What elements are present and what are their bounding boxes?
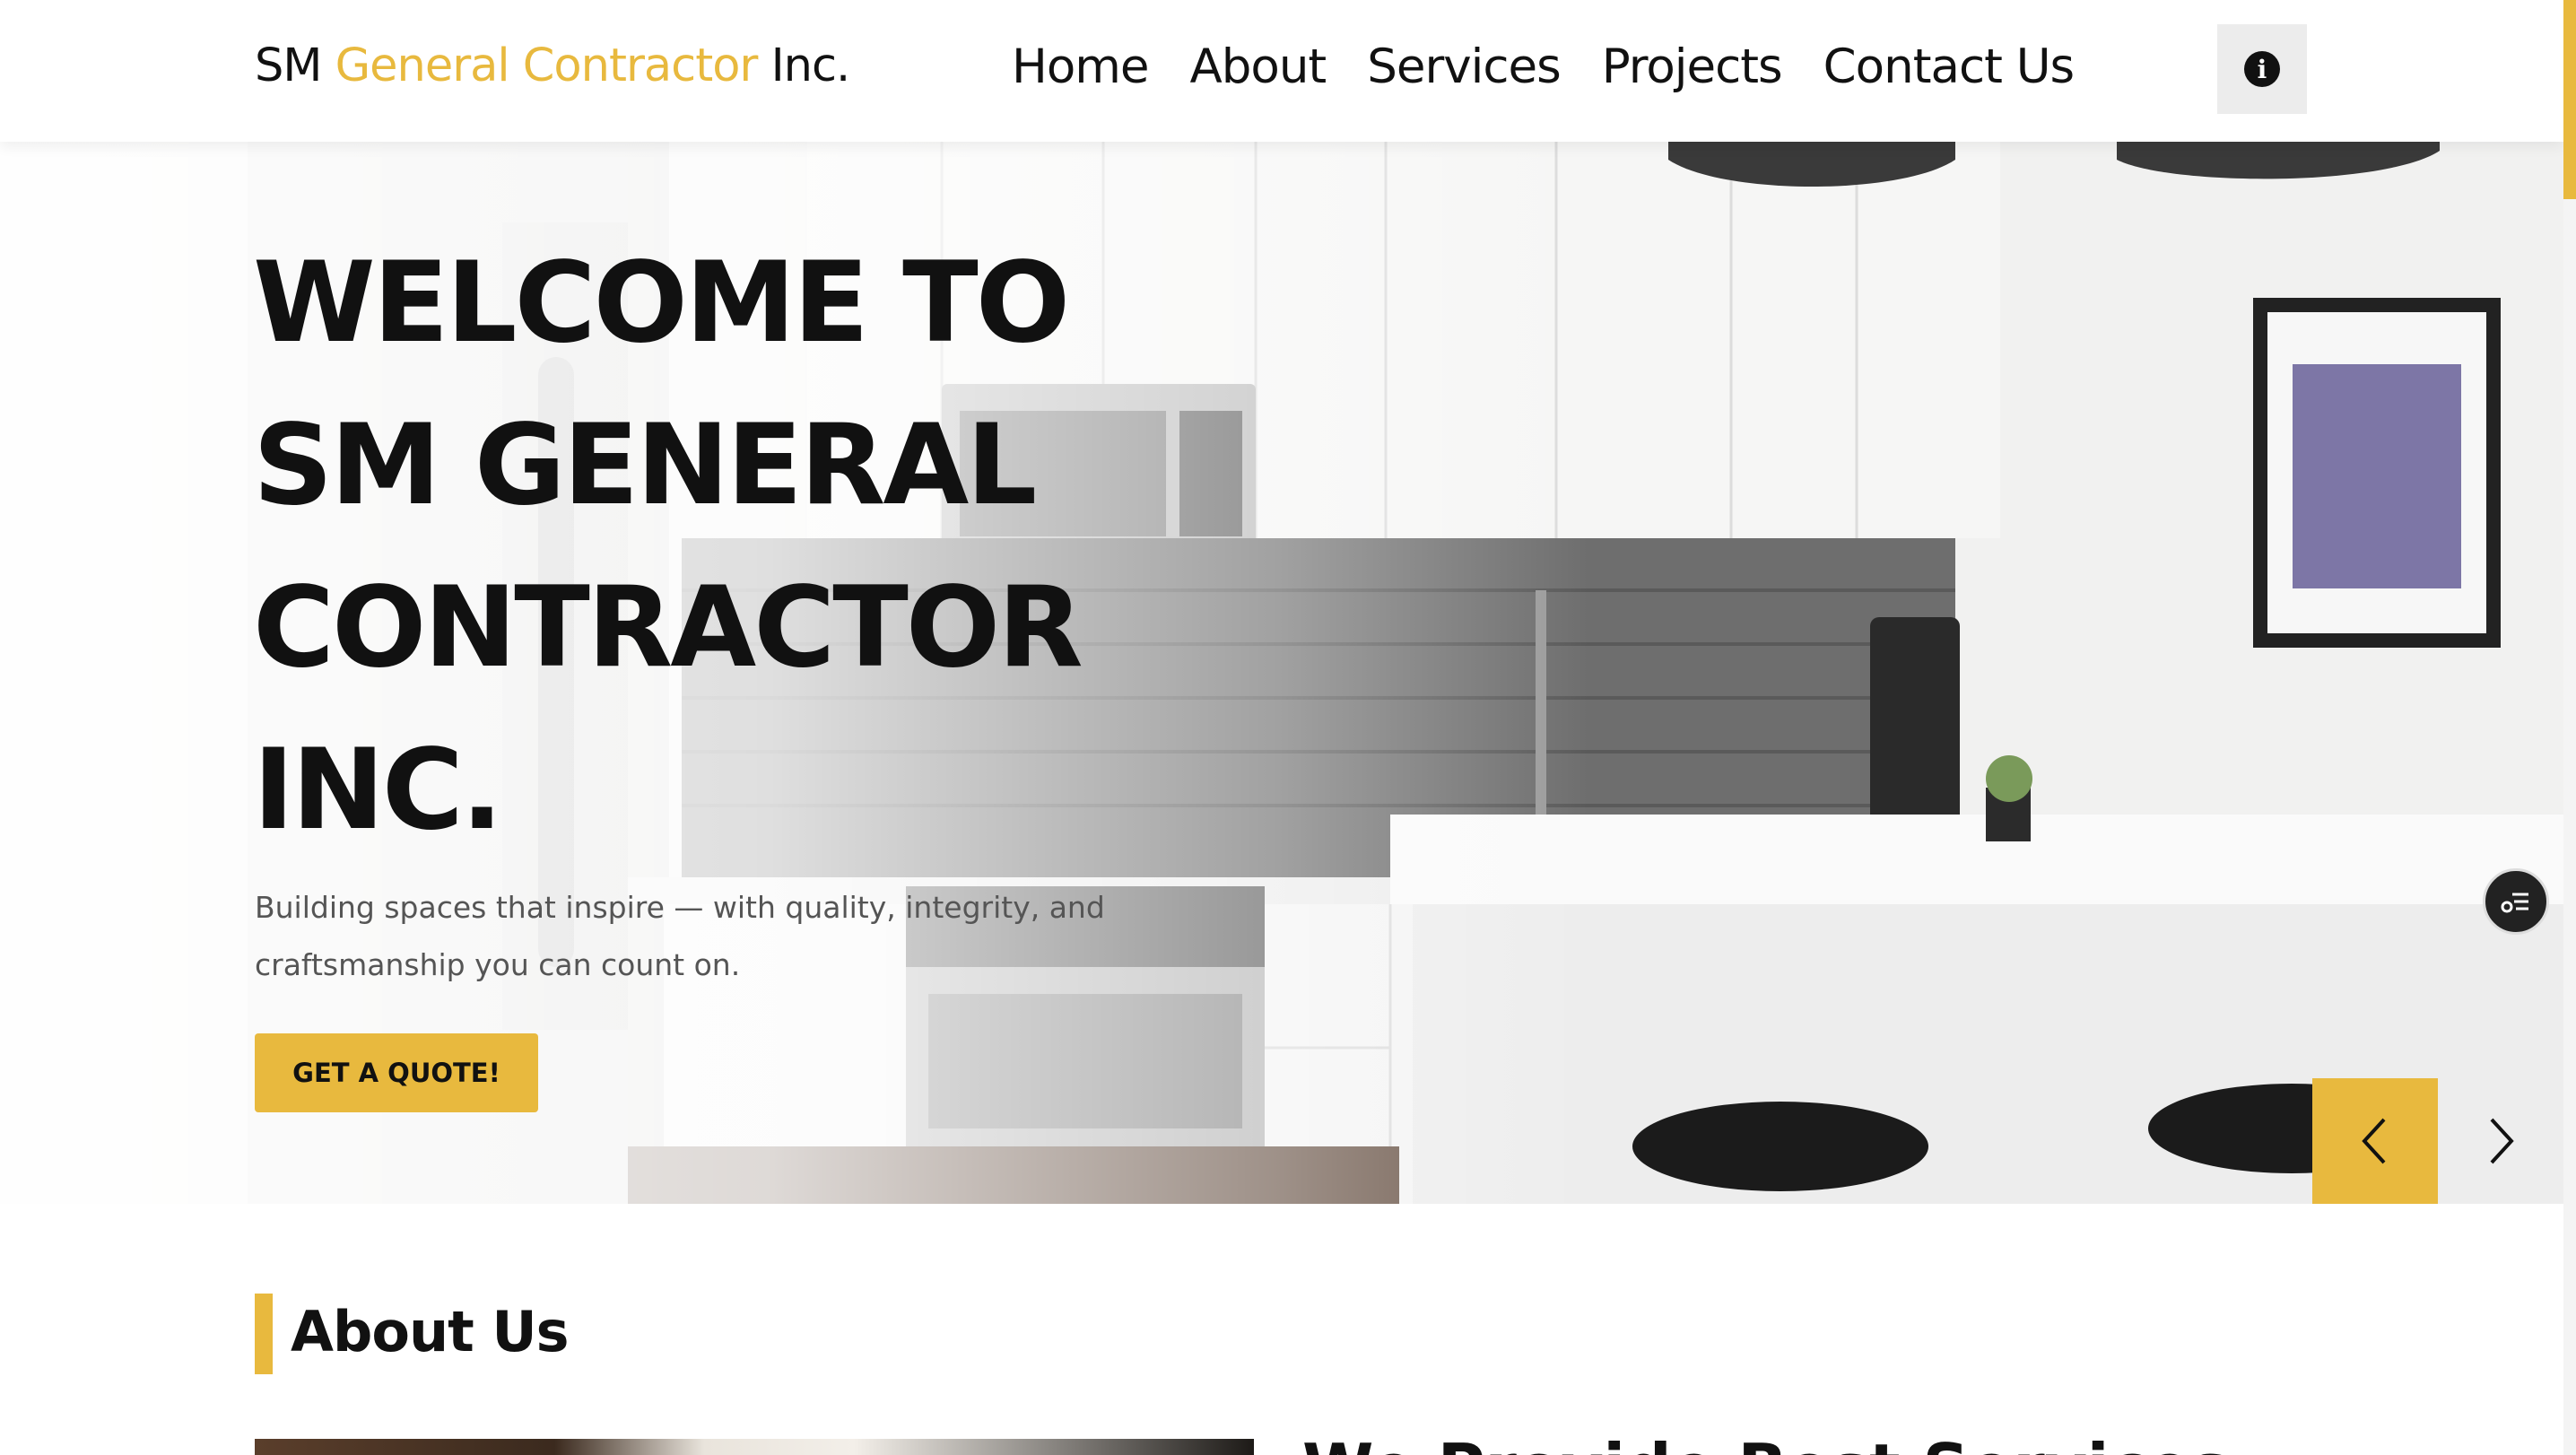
nav-item-about[interactable]: About: [1190, 39, 1327, 94]
page-scrollbar[interactable]: [2563, 0, 2576, 1455]
menu-list-icon: [2501, 893, 2528, 913]
logo-prefix: SM: [255, 39, 322, 92]
about-title: About Us: [291, 1299, 570, 1364]
logo-accent: General Contractor: [335, 39, 759, 92]
nav-item-home[interactable]: Home: [1012, 39, 1150, 94]
about-heading: We Provide Best Services: [1302, 1432, 2230, 1455]
chevron-left-icon: [2362, 1118, 2386, 1164]
info-circle-icon: i: [2244, 51, 2280, 87]
site-header: SM General Contractor Inc. Home About Se…: [0, 0, 2563, 142]
site-logo[interactable]: SM General Contractor Inc.: [255, 39, 851, 92]
slider-prev-button[interactable]: [2312, 1078, 2438, 1204]
slider-next-button[interactable]: [2438, 1078, 2563, 1204]
about-accent-bar: [255, 1294, 273, 1374]
hero-title: WELCOME TO SM GENERAL CONTRACTOR INC.: [253, 222, 1329, 872]
nav-item-contact[interactable]: Contact Us: [1823, 39, 2075, 94]
hero-title-line: SM GENERAL: [253, 401, 1037, 530]
logo-suffix: Inc.: [770, 39, 851, 92]
about-image: [255, 1439, 1254, 1455]
info-button[interactable]: i: [2217, 24, 2307, 114]
get-quote-button[interactable]: GET A QUOTE!: [255, 1033, 538, 1112]
nav-item-projects[interactable]: Projects: [1602, 39, 1783, 94]
hero-subtitle: Building spaces that inspire — with qual…: [255, 890, 1105, 982]
main-nav: Home About Services Projects Contact Us: [1012, 39, 2075, 94]
floating-menu-button[interactable]: [2483, 868, 2549, 935]
nav-item-services[interactable]: Services: [1367, 39, 1561, 94]
hero-title-line: CONTRACTOR: [253, 563, 1083, 693]
hero-slider: WELCOME TO SM GENERAL CONTRACTOR INC. Bu…: [0, 142, 2563, 1204]
hero-title-line: INC.: [253, 726, 503, 855]
chevron-right-icon: [2490, 1118, 2514, 1164]
page-scrollbar-thumb[interactable]: [2563, 0, 2576, 199]
hero-title-line: WELCOME TO: [253, 239, 1070, 368]
